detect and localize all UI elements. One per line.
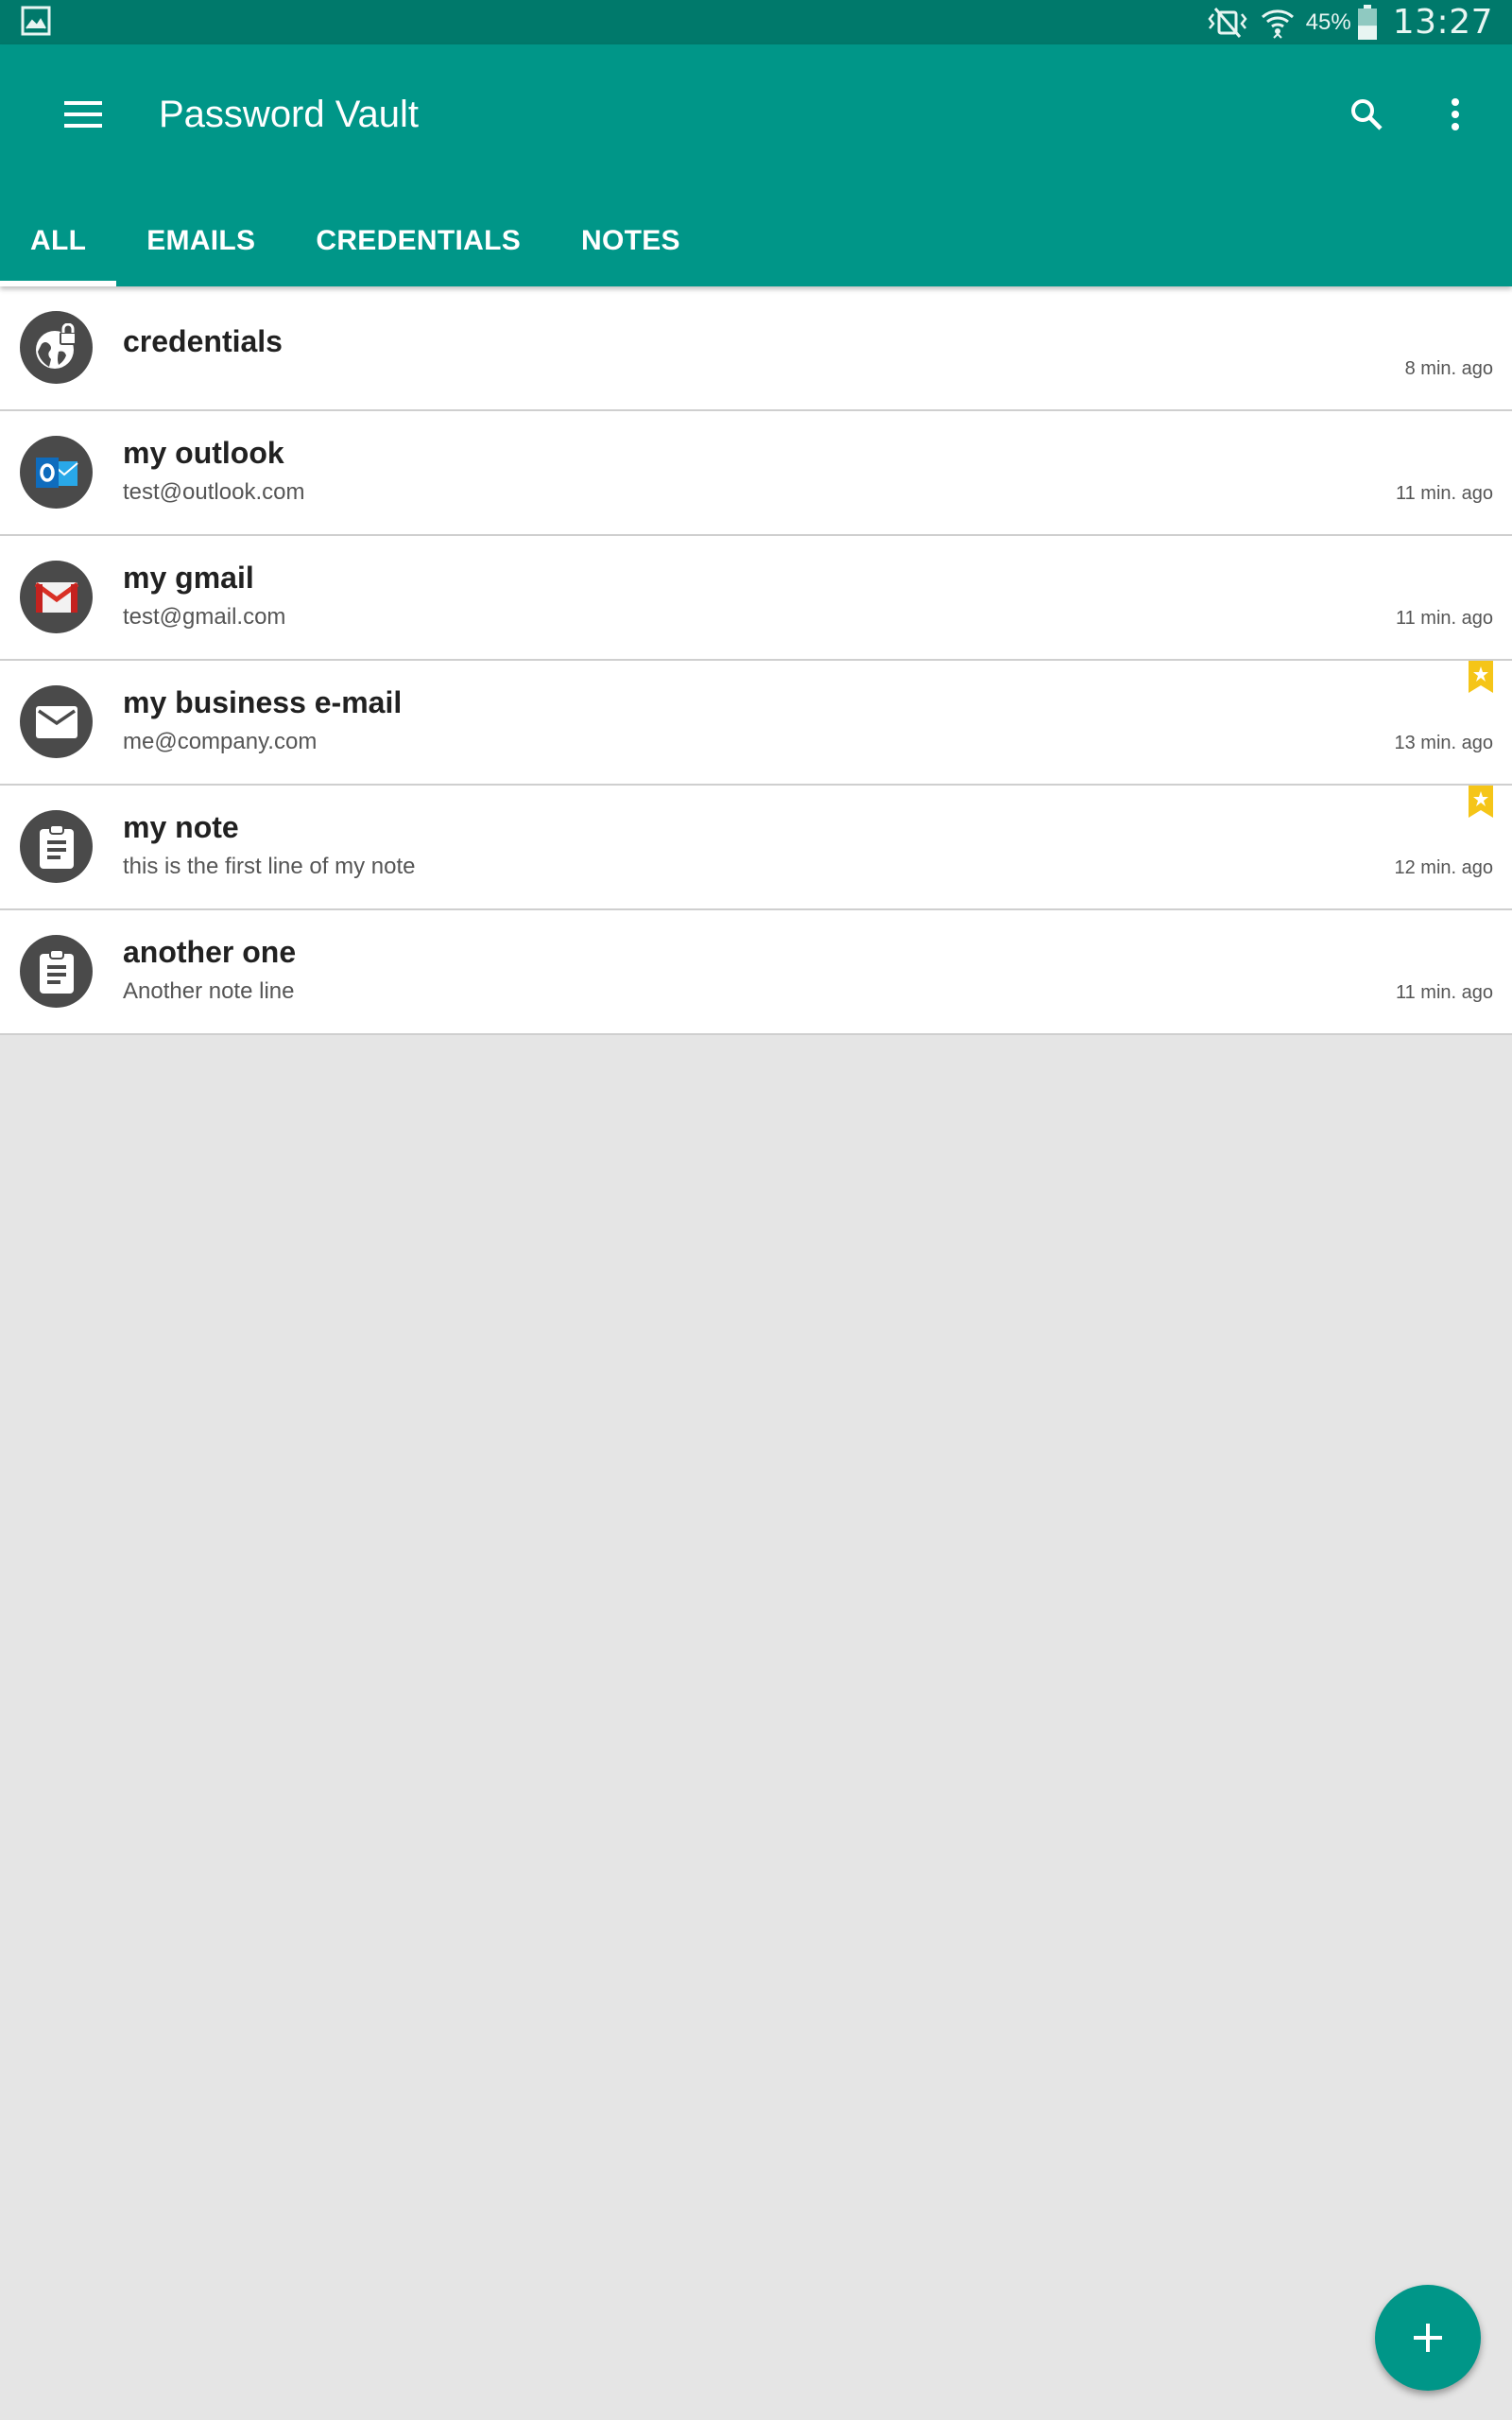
item-title: my business e-mail — [123, 685, 403, 719]
item-title: my note — [123, 810, 239, 844]
item-avatar — [20, 685, 93, 758]
vault-list: credentials 8 min. ago my outlook test@o… — [0, 286, 1512, 1035]
item-time: 13 min. ago — [1394, 733, 1493, 753]
tab-all[interactable]: ALL — [0, 196, 117, 286]
search-icon — [1351, 99, 1383, 130]
gallery-icon — [21, 6, 51, 36]
tab-credentials[interactable]: CREDENTIALS — [285, 196, 551, 286]
battery-percent: 45% — [1305, 9, 1351, 35]
item-avatar — [20, 436, 93, 509]
list-item[interactable]: my note this is the first line of my not… — [0, 786, 1512, 910]
status-bar: 45% 13:27 — [0, 0, 1512, 44]
item-title: another one — [123, 935, 297, 969]
more-options-button[interactable] — [1425, 84, 1486, 145]
app-bar: Password Vault ALL EMAILS CREDENTIALS NO… — [0, 44, 1512, 286]
item-avatar — [20, 311, 93, 384]
vibrate-mute-icon — [1208, 7, 1247, 38]
more-vert-icon — [1452, 98, 1459, 130]
outlook-icon — [35, 457, 78, 488]
tab-emails[interactable]: EMAILS — [116, 196, 285, 286]
list-item[interactable]: credentials 8 min. ago — [0, 286, 1512, 411]
search-button[interactable] — [1336, 84, 1397, 145]
item-title: my outlook — [123, 436, 284, 470]
envelope-icon — [35, 705, 77, 738]
item-subtitle: test@gmail.com — [123, 604, 286, 630]
tab-bar: ALL EMAILS CREDENTIALS NOTES — [0, 196, 711, 286]
wifi-icon — [1261, 9, 1294, 39]
item-subtitle: test@outlook.com — [123, 479, 305, 505]
battery-icon — [1357, 4, 1377, 40]
clipboard-icon — [39, 948, 74, 994]
item-time: 11 min. ago — [1395, 982, 1493, 1003]
status-indicators: 45% 13:27 — [1206, 0, 1493, 44]
globe-lock-icon — [35, 322, 77, 369]
item-title: my gmail — [123, 561, 254, 595]
menu-button[interactable] — [53, 84, 113, 145]
item-title: credentials — [123, 324, 283, 358]
list-item[interactable]: my outlook test@outlook.com 11 min. ago — [0, 411, 1512, 536]
item-time: 12 min. ago — [1394, 857, 1493, 878]
item-time: 8 min. ago — [1404, 358, 1493, 379]
menu-icon — [64, 101, 102, 128]
clipboard-icon — [39, 823, 74, 869]
item-avatar — [20, 561, 93, 633]
tab-notes[interactable]: NOTES — [551, 196, 711, 286]
favorite-bookmark-icon[interactable] — [1469, 661, 1493, 693]
item-time: 11 min. ago — [1395, 483, 1493, 504]
item-subtitle: me@company.com — [123, 729, 318, 754]
gmail-icon — [34, 581, 78, 613]
favorite-bookmark-icon[interactable] — [1469, 786, 1493, 818]
plus-icon — [1414, 2324, 1442, 2352]
list-item[interactable]: another one Another note line 11 min. ag… — [0, 910, 1512, 1035]
list-item[interactable]: my business e-mail me@company.com 13 min… — [0, 661, 1512, 786]
app-title: Password Vault — [159, 94, 419, 135]
item-avatar — [20, 810, 93, 883]
clock: 13:27 — [1392, 3, 1493, 42]
item-subtitle: Another note line — [123, 978, 295, 1004]
add-item-button[interactable] — [1375, 2285, 1481, 2391]
item-subtitle: this is the first line of my note — [123, 854, 416, 879]
list-item[interactable]: my gmail test@gmail.com 11 min. ago — [0, 536, 1512, 661]
item-avatar — [20, 935, 93, 1008]
item-time: 11 min. ago — [1395, 608, 1493, 629]
